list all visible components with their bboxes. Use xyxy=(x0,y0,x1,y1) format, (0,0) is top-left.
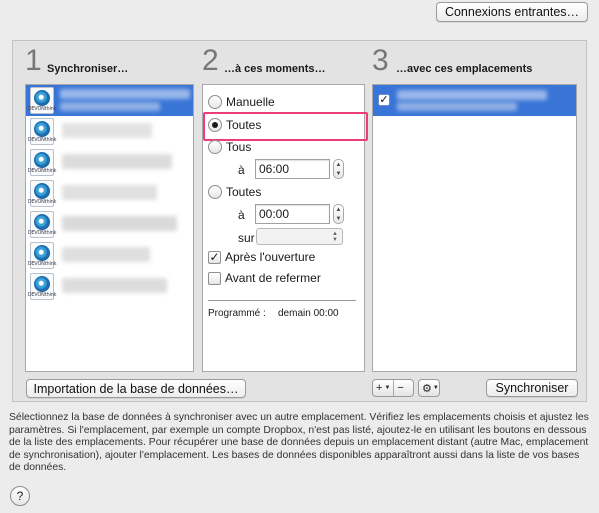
checkbox[interactable] xyxy=(208,271,221,285)
description-text: Sélectionnez la base de données à synchr… xyxy=(9,412,589,474)
database-icon: DEVONthink xyxy=(28,87,57,114)
database-icon: DEVONthink xyxy=(28,180,57,207)
database-item[interactable]: DEVONthink xyxy=(26,178,193,209)
radio-daily-label: Tous xyxy=(226,140,252,154)
add-button[interactable]: + ▼ xyxy=(373,380,393,396)
at-label: à xyxy=(238,163,245,177)
database-item[interactable]: DEVONthink xyxy=(26,271,193,302)
synchronize-button[interactable]: Synchroniser xyxy=(486,379,578,397)
chevron-down-icon: ▼ xyxy=(384,385,391,391)
step-2-label: …à ces moments… xyxy=(224,63,326,75)
import-database-button[interactable]: Importation de la base de données… xyxy=(26,379,246,398)
radio-weekly-label: Toutes xyxy=(226,185,262,199)
radio-daily[interactable]: Tous xyxy=(208,140,251,154)
checkbox-after-opening[interactable]: ✓ Après l'ouverture xyxy=(208,250,315,264)
time-field-weekly[interactable]: 00:00 xyxy=(255,204,330,224)
plus-icon: + xyxy=(376,382,383,394)
at-label: à xyxy=(238,208,245,222)
gear-menu-button[interactable]: ⚙ ▼ xyxy=(418,379,440,397)
after-opening-label: Après l'ouverture xyxy=(225,250,316,264)
database-list[interactable]: DEVONthink DEVONthink DEVONthink DEVONth… xyxy=(25,84,194,372)
database-item[interactable]: DEVONthink xyxy=(26,209,193,240)
on-label: sur xyxy=(238,231,255,245)
database-icon: DEVONthink xyxy=(28,242,57,269)
database-icon: DEVONthink xyxy=(28,211,57,238)
help-button[interactable]: ? xyxy=(10,486,30,506)
location-checkbox[interactable]: ✓ xyxy=(378,94,390,106)
radio-manual-label: Manuelle xyxy=(226,95,275,109)
time-stepper-daily[interactable]: ▲ ▼ xyxy=(333,159,344,179)
select-arrows-icon: ▲ ▼ xyxy=(332,231,338,243)
chevron-down-icon: ▼ xyxy=(432,385,439,391)
before-closing-label: Avant de refermer xyxy=(225,271,321,285)
remove-button[interactable]: − xyxy=(393,380,406,396)
step-1-number: 1 xyxy=(25,44,42,77)
minus-icon: − xyxy=(397,382,404,394)
location-item[interactable]: ✓ xyxy=(373,85,576,116)
radio-button[interactable] xyxy=(208,185,222,199)
checkbox-before-closing[interactable]: Avant de refermer xyxy=(208,271,321,285)
add-location-group[interactable]: + ▼ − xyxy=(372,379,414,397)
time-field-daily[interactable]: 06:00 xyxy=(255,159,330,179)
day-select[interactable]: ▲ ▼ xyxy=(256,228,343,245)
database-item[interactable]: DEVONthink xyxy=(26,116,193,147)
step-1-label: Synchroniser… xyxy=(47,63,129,75)
database-item[interactable]: DEVONthink xyxy=(26,147,193,178)
radio-weekly[interactable]: Toutes xyxy=(208,185,261,199)
highlight-box xyxy=(203,112,368,141)
database-item[interactable]: DEVONthink xyxy=(26,85,193,116)
radio-manual[interactable]: Manuelle xyxy=(208,95,275,109)
database-icon: DEVONthink xyxy=(28,273,57,300)
time-stepper-weekly[interactable]: ▲ ▼ xyxy=(333,204,344,224)
gear-icon: ⚙ xyxy=(422,382,432,395)
database-item[interactable]: DEVONthink xyxy=(26,240,193,271)
checkbox[interactable]: ✓ xyxy=(208,250,221,264)
locations-list[interactable] xyxy=(372,84,577,372)
scheduled-value: demain 00:00 xyxy=(278,308,339,319)
separator xyxy=(208,300,356,301)
step-3-label: …avec ces emplacements xyxy=(396,63,533,75)
step-2-number: 2 xyxy=(202,44,219,77)
database-icon: DEVONthink xyxy=(28,118,57,145)
database-icon: DEVONthink xyxy=(28,149,57,176)
radio-button[interactable] xyxy=(208,95,222,109)
radio-button[interactable] xyxy=(208,140,222,154)
step-3-number: 3 xyxy=(372,44,389,77)
incoming-connections-button[interactable]: Connexions entrantes… xyxy=(436,2,588,22)
scheduled-label: Programmé : xyxy=(208,308,266,319)
